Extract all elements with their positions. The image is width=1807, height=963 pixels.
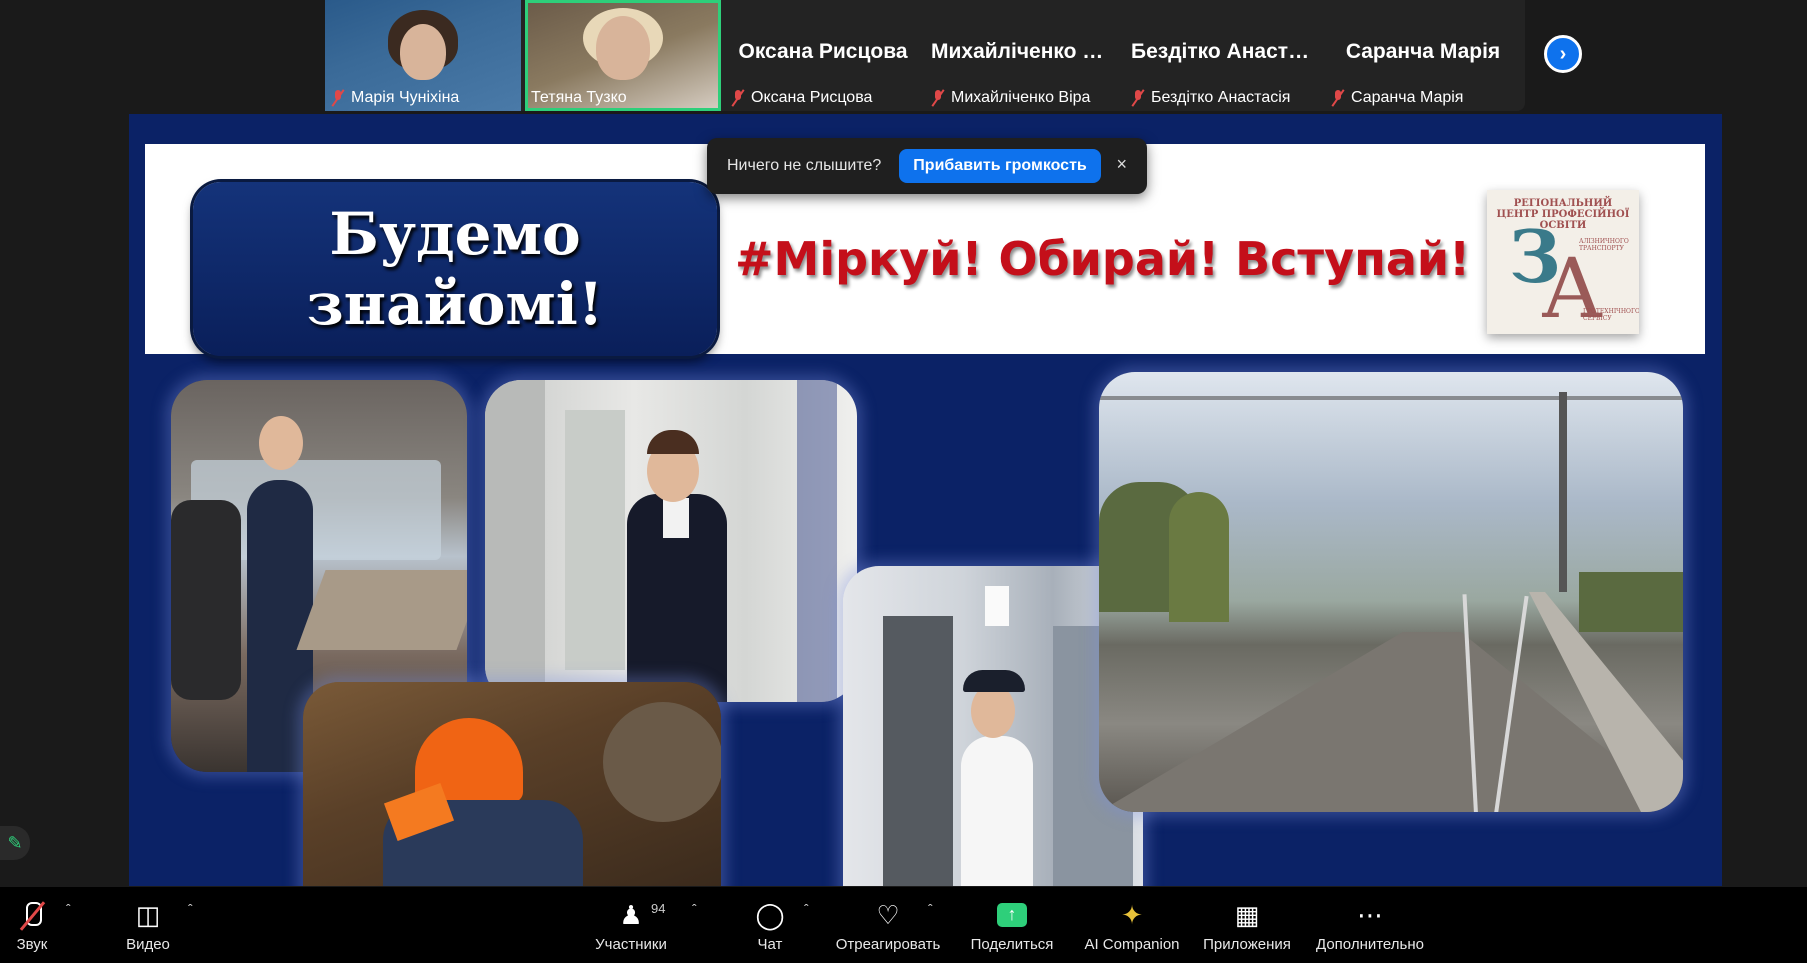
more-icon: ⋯ (1357, 899, 1383, 930)
chat-icon: ◯ (755, 899, 785, 930)
audio-hint-toast: Ничего не слышите? Прибавить громкость × (707, 138, 1147, 194)
mic-muted-icon (1331, 89, 1345, 107)
react-label: Отреагировать (835, 935, 941, 953)
participant-name: Михайліченко Віра (951, 89, 1091, 106)
close-icon[interactable]: × (1116, 154, 1127, 175)
apps-icon: ▦ (1234, 899, 1260, 930)
logo-small-text: ГРОТЕХНІЧНОГО СЕРВІСУ (1583, 308, 1639, 322)
more-label: Дополнительно (1316, 935, 1424, 953)
pencil-icon: ✎ (7, 832, 23, 853)
share-screen-icon: ↑ (997, 902, 1027, 927)
participant-big-name: Бездітко Анастасія (1131, 40, 1321, 63)
slide-title-box: Будемо знайомі! (193, 182, 717, 356)
ai-companion-label: AI Companion (1084, 935, 1180, 953)
annotate-button[interactable]: ✎ (0, 826, 30, 860)
participants-button[interactable]: ♟ Участники (590, 887, 672, 963)
participant-name-tag: Михайліченко Віра (931, 89, 1090, 107)
chevron-up-icon[interactable]: ˆ (188, 901, 193, 917)
mic-muted-icon (17, 898, 47, 932)
mic-muted-icon (1131, 89, 1145, 107)
participant-big-name: Саранча Марія (1345, 40, 1501, 63)
chat-button[interactable]: ◯ Чат (750, 887, 790, 963)
participant-tile-5[interactable]: Бездітко Анастасія Бездітко Анастасія (1125, 0, 1321, 111)
chevron-up-icon[interactable]: ˆ (692, 901, 697, 917)
mic-muted-icon (931, 89, 945, 107)
participant-big-name: Михайліченко Віра (931, 40, 1121, 63)
toast-message: Ничего не слышите? (727, 157, 882, 174)
participant-tile-6[interactable]: Саранча Марія Саранча Марія (1325, 0, 1521, 111)
participants-label: Участники (595, 935, 667, 953)
photo-railway-tracks (1099, 372, 1683, 812)
participant-tile-2[interactable]: Тетяна Тузко (525, 0, 721, 111)
participant-name: Оксана Рисцова (751, 89, 873, 106)
share-label: Поделиться (970, 935, 1054, 953)
participant-name: Саранча Марія (1351, 89, 1464, 106)
photo-mechanic (303, 682, 721, 886)
chevron-up-icon[interactable]: ˆ (66, 901, 71, 917)
slide-hashtag: #Міркуй! Обирай! Вступай! (735, 232, 1471, 286)
increase-volume-button[interactable]: Прибавить громкость (899, 149, 1101, 183)
people-icon: ♟ (619, 899, 643, 930)
participant-big-name: Оксана Рисцова (738, 40, 908, 63)
video-button[interactable]: ◫ Видео (120, 887, 176, 963)
apps-label: Приложения (1203, 935, 1291, 953)
institution-logo: РЕГІОНАЛЬНИЙ ЦЕНТР ПРОФЕСІЙНОЇ ОСВІТИ З … (1487, 190, 1639, 334)
participant-face (400, 24, 446, 80)
participant-name-tag: Бездітко Анастасія (1131, 89, 1290, 107)
participants-count: 94 (651, 901, 666, 916)
meeting-window: Марія Чуніхіна Тетяна Тузко Оксана Рисцо… (0, 0, 1807, 963)
participant-name-tag: Саранча Марія (1331, 89, 1463, 107)
participant-name-tag: Тетяна Тузко (531, 89, 627, 107)
audio-button[interactable]: Звук (10, 887, 54, 963)
photo-conductor (843, 566, 1143, 886)
mic-muted-icon (731, 89, 745, 107)
participant-gallery: Марія Чуніхіна Тетяна Тузко Оксана Рисцо… (325, 0, 1525, 111)
chevron-up-icon[interactable]: ˆ (928, 901, 933, 917)
participant-tile-4[interactable]: Михайліченко Віра Михайліченко Віра (925, 0, 1121, 111)
share-button[interactable]: ↑ Поделиться (970, 887, 1054, 963)
react-button[interactable]: ♡ Отреагировать (834, 887, 942, 963)
mic-muted-icon (331, 89, 345, 107)
participant-tile-3[interactable]: Оксана Рисцова Оксана Рисцова (725, 0, 921, 111)
ai-companion-button[interactable]: ✦ AI Companion (1082, 887, 1182, 963)
chat-label: Чат (757, 935, 783, 953)
participant-name: Тетяна Тузко (531, 89, 627, 106)
slide-title-line-1: Будемо (329, 200, 581, 268)
meeting-toolbar: Звук ˆ ◫ Видео ˆ ♟ Участники 94 ˆ ◯ Чат … (0, 887, 1807, 963)
apps-button[interactable]: ▦ Приложения (1198, 887, 1296, 963)
participant-face (596, 16, 650, 80)
slide-title-line-2: знайомі! (306, 270, 604, 338)
gallery-next-button[interactable]: › (1544, 35, 1582, 73)
video-label: Видео (126, 935, 170, 953)
camera-icon: ◫ (135, 899, 161, 930)
audio-label: Звук (16, 935, 48, 953)
participant-name-tag: Оксана Рисцова (731, 89, 872, 107)
participant-name-tag: Марія Чуніхіна (331, 89, 459, 107)
chevron-up-icon[interactable]: ˆ (804, 901, 809, 917)
more-button[interactable]: ⋯ Дополнительно (1310, 887, 1430, 963)
logo-small-text: АЛІЗНИЧНОГО ТРАНСПОРТУ (1579, 238, 1629, 252)
participant-name: Марія Чуніхіна (351, 89, 460, 106)
presentation-slide: Будемо знайомі! #Міркуй! Обирай! Вступай… (145, 122, 1705, 886)
sparkle-icon: ✦ (1121, 899, 1143, 930)
participant-name: Бездітко Анастасія (1151, 89, 1291, 106)
photo-train-attendant (485, 380, 857, 702)
participant-tile-1[interactable]: Марія Чуніхіна (325, 0, 521, 111)
heart-icon: ♡ (876, 899, 900, 930)
chevron-right-icon: › (1559, 42, 1567, 65)
